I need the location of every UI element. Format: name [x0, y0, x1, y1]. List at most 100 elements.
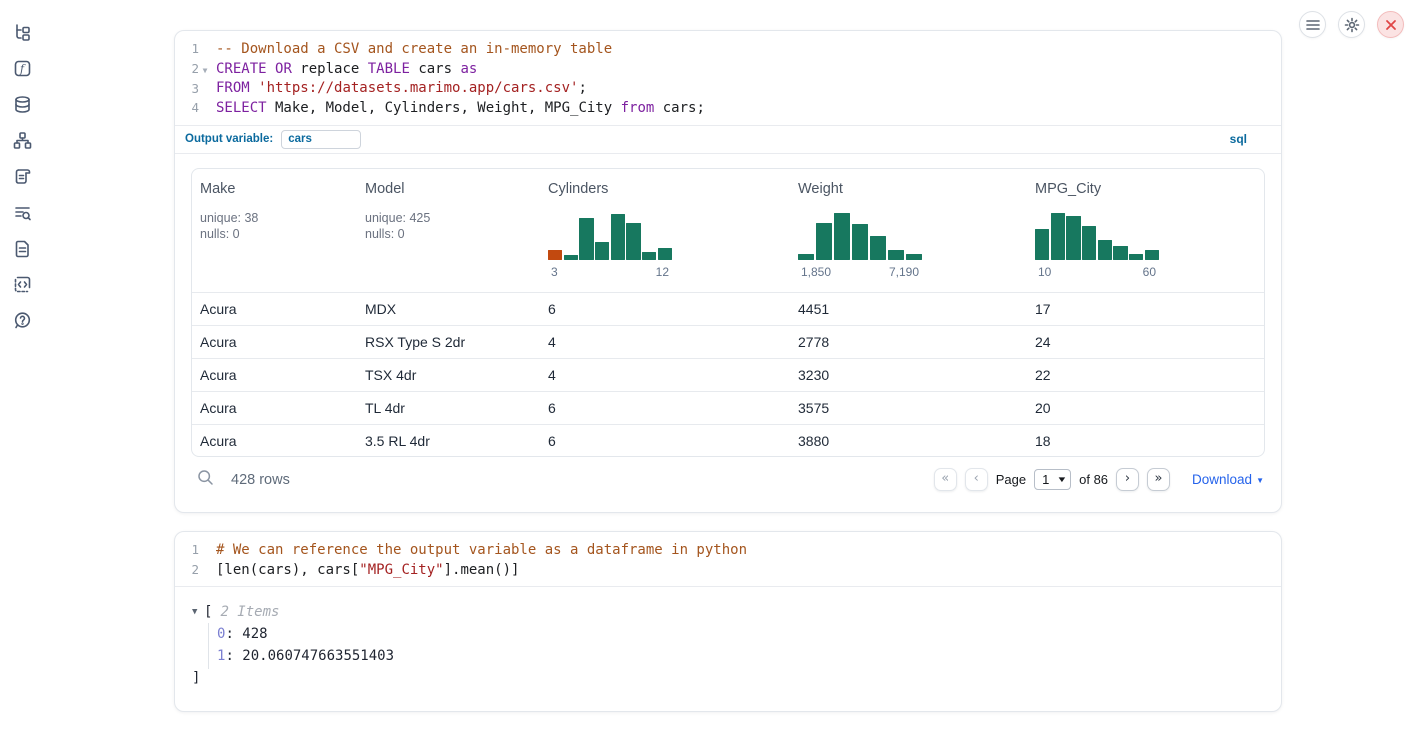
code-line[interactable]: 2▼CREATE OR replace TABLE cars as [175, 59, 1281, 79]
histogram-bar[interactable] [548, 250, 562, 260]
column-header-model[interactable]: Modelunique: 425nulls: 0 [357, 169, 540, 292]
histogram-bar[interactable] [870, 236, 886, 260]
table-cell: 6 [540, 433, 790, 449]
code-text: -- Download a CSV and create an in-memor… [211, 41, 612, 57]
code-text: FROM 'https://datasets.marimo.app/cars.c… [211, 80, 587, 96]
logs-search-icon[interactable] [12, 203, 32, 222]
histogram-bar[interactable] [798, 254, 814, 260]
column-header-make[interactable]: Makeunique: 38nulls: 0 [192, 169, 357, 292]
code-line[interactable]: 1-- Download a CSV and create an in-memo… [175, 39, 1281, 59]
table-row[interactable]: AcuraMDX6445117 [192, 292, 1264, 325]
histogram-bar[interactable] [564, 255, 578, 260]
histogram-bar[interactable] [642, 252, 656, 260]
histogram-bar[interactable] [595, 242, 609, 260]
output-variable-row: Output variable: sql [175, 126, 1281, 153]
histogram-bar[interactable] [1051, 213, 1065, 260]
prev-page-button[interactable]: ‹ [965, 468, 988, 491]
result-table: Makeunique: 38nulls: 0Modelunique: 425nu… [191, 168, 1265, 457]
histogram-bar[interactable] [1145, 250, 1159, 260]
tree-root[interactable]: ▼ [ 2 Items [192, 600, 1265, 622]
table-row[interactable]: AcuraRSX Type S 2dr4277824 [192, 325, 1264, 358]
table-cell: 22 [1027, 367, 1264, 383]
histogram-bar[interactable] [834, 213, 850, 260]
search-icon[interactable] [197, 469, 214, 491]
histogram-bar[interactable] [1082, 226, 1096, 260]
histogram-bar[interactable] [1035, 229, 1049, 260]
database-icon[interactable] [12, 95, 32, 114]
histogram-bar[interactable] [1066, 216, 1080, 260]
chevron-down-icon: ▼ [1256, 474, 1264, 485]
line-number: 2 [175, 61, 199, 76]
table-row[interactable]: AcuraTL 4dr6357520 [192, 391, 1264, 424]
histogram-axis: 1,8507,190 [798, 265, 922, 279]
histogram-bar[interactable] [1113, 246, 1127, 260]
code-line[interactable]: 2[len(cars), cars["MPG_City"].mean()] [175, 560, 1281, 580]
table-cell: 6 [540, 400, 790, 416]
table-cell: Acura [192, 301, 357, 317]
column-header-mpg_city[interactable]: MPG_City1060 [1027, 169, 1264, 292]
next-page-button[interactable]: › [1116, 468, 1139, 491]
fold-spacer [199, 568, 211, 571]
tree-entry-value: : 20.060747663551403 [225, 648, 394, 664]
table-cell: 4 [540, 367, 790, 383]
scratchpad-icon[interactable] [12, 167, 32, 186]
table-row[interactable]: Acura3.5 RL 4dr6388018 [192, 424, 1264, 457]
table-cell: 2778 [790, 334, 1027, 350]
download-button[interactable]: Download ▼ [1192, 472, 1264, 487]
first-page-button[interactable]: « [934, 468, 957, 491]
line-number: 2 [175, 562, 199, 577]
close-bracket: ] [192, 667, 1265, 689]
code-line[interactable]: 1# We can reference the output variable … [175, 540, 1281, 560]
column-histogram[interactable] [798, 212, 922, 260]
table-cell: TL 4dr [357, 400, 540, 416]
table-row[interactable]: AcuraTSX 4dr4323022 [192, 358, 1264, 391]
last-page-button[interactable]: » [1147, 468, 1170, 491]
close-icon[interactable] [1377, 11, 1404, 38]
help-icon[interactable] [12, 311, 32, 330]
column-stats: unique: 38nulls: 0 [200, 210, 349, 242]
histogram-bar[interactable] [888, 250, 904, 260]
code-line[interactable]: 4SELECT Make, Model, Cylinders, Weight, … [175, 98, 1281, 118]
dependency-graph-icon[interactable] [12, 131, 32, 150]
column-stats: unique: 425nulls: 0 [365, 210, 532, 242]
histogram-bar[interactable] [626, 223, 640, 260]
histogram-bar[interactable] [579, 218, 593, 260]
histogram-bar[interactable] [816, 223, 832, 260]
table-cell: Acura [192, 433, 357, 449]
gear-icon[interactable] [1338, 11, 1365, 38]
table-cell: 4451 [790, 301, 1027, 317]
document-icon[interactable] [12, 239, 32, 258]
histogram-bar[interactable] [906, 254, 922, 260]
table-footer: 428 rows « ‹ Page 1 ▼ of 86 › » Download… [175, 457, 1281, 503]
histogram-bar[interactable] [611, 214, 625, 260]
column-header-weight[interactable]: Weight1,8507,190 [790, 169, 1027, 292]
sidebar: f [0, 0, 44, 729]
column-histogram[interactable] [1035, 212, 1159, 260]
output-variable-input[interactable] [281, 130, 361, 149]
chevron-down-icon[interactable]: ▼ [192, 607, 204, 617]
sql-code-editor[interactable]: 1-- Download a CSV and create an in-memo… [175, 31, 1281, 125]
table-cell: Acura [192, 334, 357, 350]
output-tree: ▼ [ 2 Items 0: 4281: 20.060747663551403 … [175, 587, 1281, 689]
column-histogram[interactable] [548, 212, 672, 260]
code-line[interactable]: 3FROM 'https://datasets.marimo.app/cars.… [175, 78, 1281, 98]
table-cell: 18 [1027, 433, 1264, 449]
code-text: CREATE OR replace TABLE cars as [211, 61, 477, 77]
python-code-editor[interactable]: 1# We can reference the output variable … [175, 532, 1281, 586]
histogram-bar[interactable] [1098, 240, 1112, 260]
line-number: 4 [175, 100, 199, 115]
table-cell: RSX Type S 2dr [357, 334, 540, 350]
column-header-cylinders[interactable]: Cylinders312 [540, 169, 790, 292]
tree-entry-index: 0 [217, 626, 225, 642]
histogram-bar[interactable] [1129, 254, 1143, 260]
fold-icon[interactable]: ▼ [199, 63, 211, 75]
file-tree-icon[interactable] [12, 23, 32, 42]
output-variable-label: Output variable: [185, 133, 273, 145]
notebook-actions [1299, 11, 1404, 38]
histogram-bar[interactable] [852, 224, 868, 260]
snippets-icon[interactable] [12, 275, 32, 294]
page-select[interactable]: 1 ▼ [1034, 469, 1071, 490]
function-icon[interactable]: f [12, 59, 32, 78]
histogram-bar[interactable] [658, 248, 672, 260]
menu-icon[interactable] [1299, 11, 1326, 38]
